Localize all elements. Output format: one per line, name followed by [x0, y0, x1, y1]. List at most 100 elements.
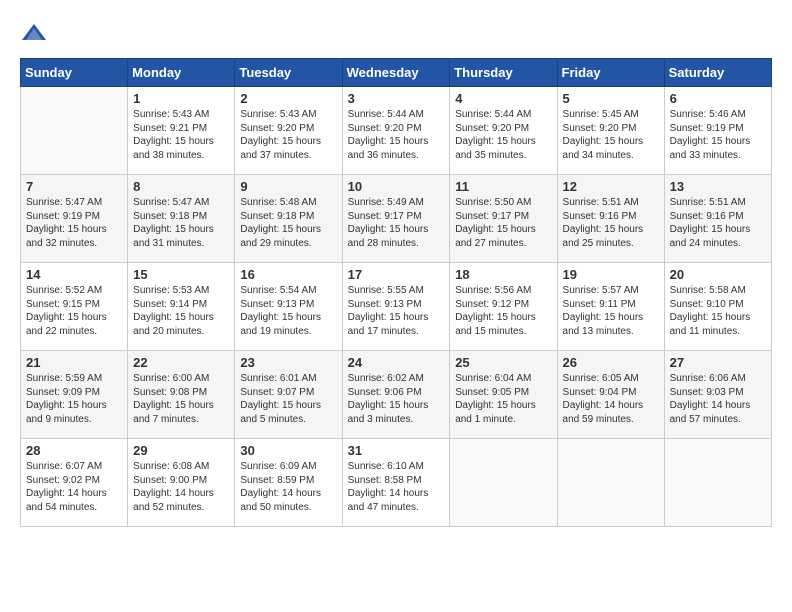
calendar-cell: 27 Sunrise: 6:06 AM Sunset: 9:03 PM Dayli… [664, 351, 771, 439]
day-info: Sunrise: 6:07 AM Sunset: 9:02 PM Dayligh… [26, 460, 122, 514]
calendar-cell [557, 439, 664, 527]
day-info: Sunrise: 6:09 AM Sunset: 8:59 PM Dayligh… [240, 460, 336, 514]
calendar-cell: 3 Sunrise: 5:44 AM Sunset: 9:20 PM Daylig… [342, 87, 450, 175]
day-number: 7 [26, 179, 122, 194]
day-info: Sunrise: 5:48 AM Sunset: 9:18 PM Dayligh… [240, 196, 336, 250]
day-number: 14 [26, 267, 122, 282]
day-info: Sunrise: 5:44 AM Sunset: 9:20 PM Dayligh… [348, 108, 445, 162]
calendar-cell: 29Sunrise: 6:08 AM Sunset: 9:00 PM Dayli… [128, 439, 235, 527]
calendar-cell: 25 Sunrise: 6:04 AM Sunset: 9:05 PM Dayli… [450, 351, 557, 439]
day-info: Sunrise: 6:06 AM Sunset: 9:03 PM Dayligh… [670, 372, 766, 426]
day-info: Sunrise: 6:02 AM Sunset: 9:06 PM Dayligh… [348, 372, 445, 426]
calendar-cell: 22Sunrise: 6:00 AM Sunset: 9:08 PM Dayli… [128, 351, 235, 439]
day-info: Sunrise: 5:54 AM Sunset: 9:13 PM Dayligh… [240, 284, 336, 338]
day-info: Sunrise: 5:52 AM Sunset: 9:15 PM Dayligh… [26, 284, 122, 338]
day-info: Sunrise: 5:55 AM Sunset: 9:13 PM Dayligh… [348, 284, 445, 338]
day-number: 10 [348, 179, 445, 194]
day-number: 20 [670, 267, 766, 282]
calendar-cell: 16 Sunrise: 5:54 AM Sunset: 9:13 PM Dayli… [235, 263, 342, 351]
day-number: 8 [133, 179, 229, 194]
weekday-header-friday: Friday [557, 59, 664, 87]
day-info: Sunrise: 5:47 AM Sunset: 9:18 PM Dayligh… [133, 196, 229, 250]
day-info: Sunrise: 5:56 AM Sunset: 9:12 PM Dayligh… [455, 284, 551, 338]
day-number: 5 [563, 91, 659, 106]
calendar-cell: 28 Sunrise: 6:07 AM Sunset: 9:02 PM Dayli… [21, 439, 128, 527]
day-number: 21 [26, 355, 122, 370]
weekday-header-saturday: Saturday [664, 59, 771, 87]
calendar-cell: 26Sunrise: 6:05 AM Sunset: 9:04 PM Dayli… [557, 351, 664, 439]
calendar-cell [664, 439, 771, 527]
calendar-cell: 18 Sunrise: 5:56 AM Sunset: 9:12 PM Dayli… [450, 263, 557, 351]
day-info: Sunrise: 5:47 AM Sunset: 9:19 PM Dayligh… [26, 196, 122, 250]
day-info: Sunrise: 6:00 AM Sunset: 9:08 PM Dayligh… [133, 372, 229, 426]
day-number: 18 [455, 267, 551, 282]
calendar-week-row: 14 Sunrise: 5:52 AM Sunset: 9:15 PM Dayli… [21, 263, 772, 351]
day-info: Sunrise: 6:10 AM Sunset: 8:58 PM Dayligh… [348, 460, 445, 514]
day-number: 12 [563, 179, 659, 194]
day-number: 15 [133, 267, 229, 282]
calendar-cell: 11 Sunrise: 5:50 AM Sunset: 9:17 PM Dayli… [450, 175, 557, 263]
calendar-body: 1 Sunrise: 5:43 AM Sunset: 9:21 PM Daylig… [21, 87, 772, 527]
weekday-header-monday: Monday [128, 59, 235, 87]
day-info: Sunrise: 5:50 AM Sunset: 9:17 PM Dayligh… [455, 196, 551, 250]
calendar-cell: 8 Sunrise: 5:47 AM Sunset: 9:18 PM Daylig… [128, 175, 235, 263]
day-number: 27 [670, 355, 766, 370]
day-info: Sunrise: 6:01 AM Sunset: 9:07 PM Dayligh… [240, 372, 336, 426]
calendar-cell: 12 Sunrise: 5:51 AM Sunset: 9:16 PM Dayli… [557, 175, 664, 263]
day-number: 3 [348, 91, 445, 106]
day-number: 30 [240, 443, 336, 458]
day-info: Sunrise: 5:51 AM Sunset: 9:16 PM Dayligh… [563, 196, 659, 250]
logo [20, 20, 52, 48]
calendar-cell: 14 Sunrise: 5:52 AM Sunset: 9:15 PM Dayli… [21, 263, 128, 351]
calendar-cell: 15 Sunrise: 5:53 AM Sunset: 9:14 PM Dayli… [128, 263, 235, 351]
calendar-cell: 31 Sunrise: 6:10 AM Sunset: 8:58 PM Dayli… [342, 439, 450, 527]
day-number: 2 [240, 91, 336, 106]
day-info: Sunrise: 5:59 AM Sunset: 9:09 PM Dayligh… [26, 372, 122, 426]
day-info: Sunrise: 5:58 AM Sunset: 9:10 PM Dayligh… [670, 284, 766, 338]
calendar-cell: 24 Sunrise: 6:02 AM Sunset: 9:06 PM Dayli… [342, 351, 450, 439]
day-number: 17 [348, 267, 445, 282]
calendar-cell: 2 Sunrise: 5:43 AM Sunset: 9:20 PM Daylig… [235, 87, 342, 175]
page-header [20, 20, 772, 48]
day-number: 25 [455, 355, 551, 370]
day-number: 19 [563, 267, 659, 282]
day-info: Sunrise: 6:04 AM Sunset: 9:05 PM Dayligh… [455, 372, 551, 426]
day-number: 1 [133, 91, 229, 106]
calendar-week-row: 1 Sunrise: 5:43 AM Sunset: 9:21 PM Daylig… [21, 87, 772, 175]
day-info: Sunrise: 5:46 AM Sunset: 9:19 PM Dayligh… [670, 108, 766, 162]
weekday-row: SundayMondayTuesdayWednesdayThursdayFrid… [21, 59, 772, 87]
day-number: 13 [670, 179, 766, 194]
day-info: Sunrise: 5:44 AM Sunset: 9:20 PM Dayligh… [455, 108, 551, 162]
calendar-week-row: 21 Sunrise: 5:59 AM Sunset: 9:09 PM Dayli… [21, 351, 772, 439]
day-info: Sunrise: 5:43 AM Sunset: 9:21 PM Dayligh… [133, 108, 229, 162]
weekday-header-sunday: Sunday [21, 59, 128, 87]
day-number: 6 [670, 91, 766, 106]
calendar-cell: 5 Sunrise: 5:45 AM Sunset: 9:20 PM Daylig… [557, 87, 664, 175]
day-info: Sunrise: 5:53 AM Sunset: 9:14 PM Dayligh… [133, 284, 229, 338]
calendar-header: SundayMondayTuesdayWednesdayThursdayFrid… [21, 59, 772, 87]
day-number: 28 [26, 443, 122, 458]
day-number: 24 [348, 355, 445, 370]
day-info: Sunrise: 5:43 AM Sunset: 9:20 PM Dayligh… [240, 108, 336, 162]
day-number: 11 [455, 179, 551, 194]
logo-icon [20, 20, 48, 48]
calendar-cell: 4Sunrise: 5:44 AM Sunset: 9:20 PM Daylig… [450, 87, 557, 175]
day-info: Sunrise: 5:51 AM Sunset: 9:16 PM Dayligh… [670, 196, 766, 250]
calendar-cell: 23Sunrise: 6:01 AM Sunset: 9:07 PM Dayli… [235, 351, 342, 439]
day-number: 16 [240, 267, 336, 282]
calendar-cell: 30 Sunrise: 6:09 AM Sunset: 8:59 PM Dayli… [235, 439, 342, 527]
calendar-week-row: 7 Sunrise: 5:47 AM Sunset: 9:19 PM Daylig… [21, 175, 772, 263]
day-info: Sunrise: 5:57 AM Sunset: 9:11 PM Dayligh… [563, 284, 659, 338]
calendar-cell: 13 Sunrise: 5:51 AM Sunset: 9:16 PM Dayli… [664, 175, 771, 263]
day-number: 31 [348, 443, 445, 458]
day-info: Sunrise: 5:45 AM Sunset: 9:20 PM Dayligh… [563, 108, 659, 162]
day-info: Sunrise: 6:08 AM Sunset: 9:00 PM Dayligh… [133, 460, 229, 514]
weekday-header-tuesday: Tuesday [235, 59, 342, 87]
weekday-header-thursday: Thursday [450, 59, 557, 87]
calendar-table: SundayMondayTuesdayWednesdayThursdayFrid… [20, 58, 772, 527]
calendar-cell: 7 Sunrise: 5:47 AM Sunset: 9:19 PM Daylig… [21, 175, 128, 263]
calendar-cell: 21 Sunrise: 5:59 AM Sunset: 9:09 PM Dayli… [21, 351, 128, 439]
calendar-cell: 19 Sunrise: 5:57 AM Sunset: 9:11 PM Dayli… [557, 263, 664, 351]
day-info: Sunrise: 5:49 AM Sunset: 9:17 PM Dayligh… [348, 196, 445, 250]
day-number: 26 [563, 355, 659, 370]
